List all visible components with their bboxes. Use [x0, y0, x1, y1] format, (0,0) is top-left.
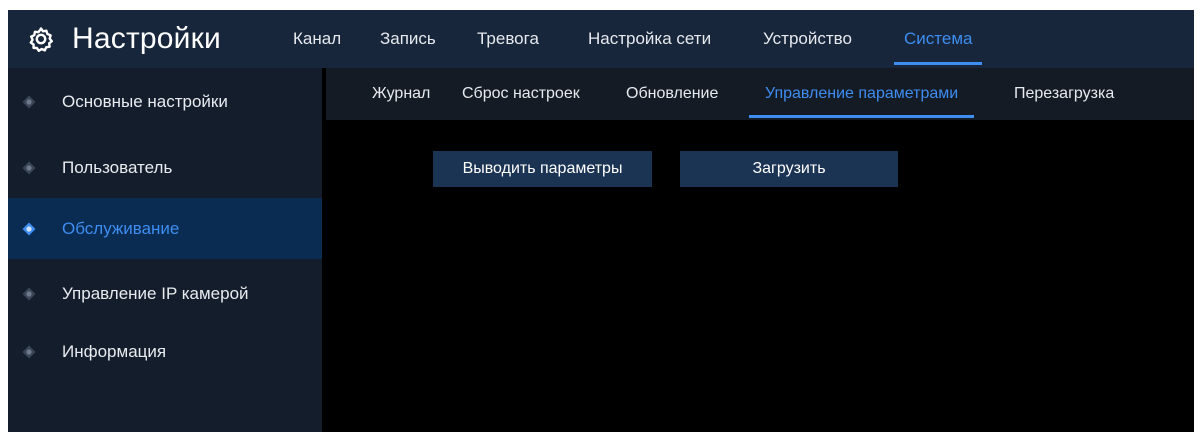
sidebar-item-user[interactable]: Пользователь	[8, 138, 322, 198]
nav-alarm[interactable]: Тревога	[477, 10, 539, 68]
nav-network[interactable]: Настройка сети	[588, 10, 711, 68]
nav-record[interactable]: Запись	[380, 10, 436, 68]
nav-channel[interactable]: Канал	[293, 10, 341, 68]
sidebar-item-label: Пользователь	[62, 158, 173, 177]
sidebar-item-label: Обслуживание	[62, 218, 180, 238]
sidebar-item-ip-camera[interactable]: Управление IP камерой	[8, 264, 322, 324]
brand: Настройки	[28, 10, 221, 68]
tab-parameter-management[interactable]: Управление параметрами	[748, 68, 975, 120]
tab-reboot[interactable]: Перезагрузка	[1014, 68, 1114, 120]
nav-system[interactable]: Система	[893, 10, 984, 68]
tab-log[interactable]: Журнал	[372, 68, 430, 120]
diamond-icon	[22, 161, 36, 175]
page-title: Настройки	[72, 22, 221, 55]
nav-device[interactable]: Устройство	[763, 10, 852, 68]
sub-tabs: Журнал Сброс настроек Обновление Управле…	[326, 68, 1194, 120]
sidebar-item-label: Информация	[62, 342, 167, 361]
diamond-icon	[22, 287, 36, 301]
diamond-icon	[22, 95, 36, 109]
sidebar-item-label: Управление IP камерой	[62, 284, 249, 303]
settings-window: Настройки Канал Запись Тревога Настройка…	[8, 10, 1194, 432]
top-header: Настройки Канал Запись Тревога Настройка…	[8, 10, 1194, 68]
diamond-icon	[22, 345, 36, 359]
sidebar-item-basic-settings[interactable]: Основные настройки	[8, 72, 322, 132]
sidebar-item-label: Основные настройки	[62, 92, 228, 111]
load-button[interactable]: Загрузить	[680, 151, 898, 187]
sidebar-item-information[interactable]: Информация	[8, 322, 322, 382]
diamond-icon	[22, 222, 36, 235]
sidebar-item-maintenance[interactable]: Обслуживание	[8, 198, 322, 259]
tab-factory-reset[interactable]: Сброс настроек	[462, 68, 580, 120]
gear-icon	[29, 27, 53, 52]
tab-upgrade[interactable]: Обновление	[626, 68, 718, 120]
sidebar: Основные настройки Пользователь Обслужив…	[8, 68, 322, 432]
export-parameters-button[interactable]: Выводить параметры	[433, 151, 652, 187]
